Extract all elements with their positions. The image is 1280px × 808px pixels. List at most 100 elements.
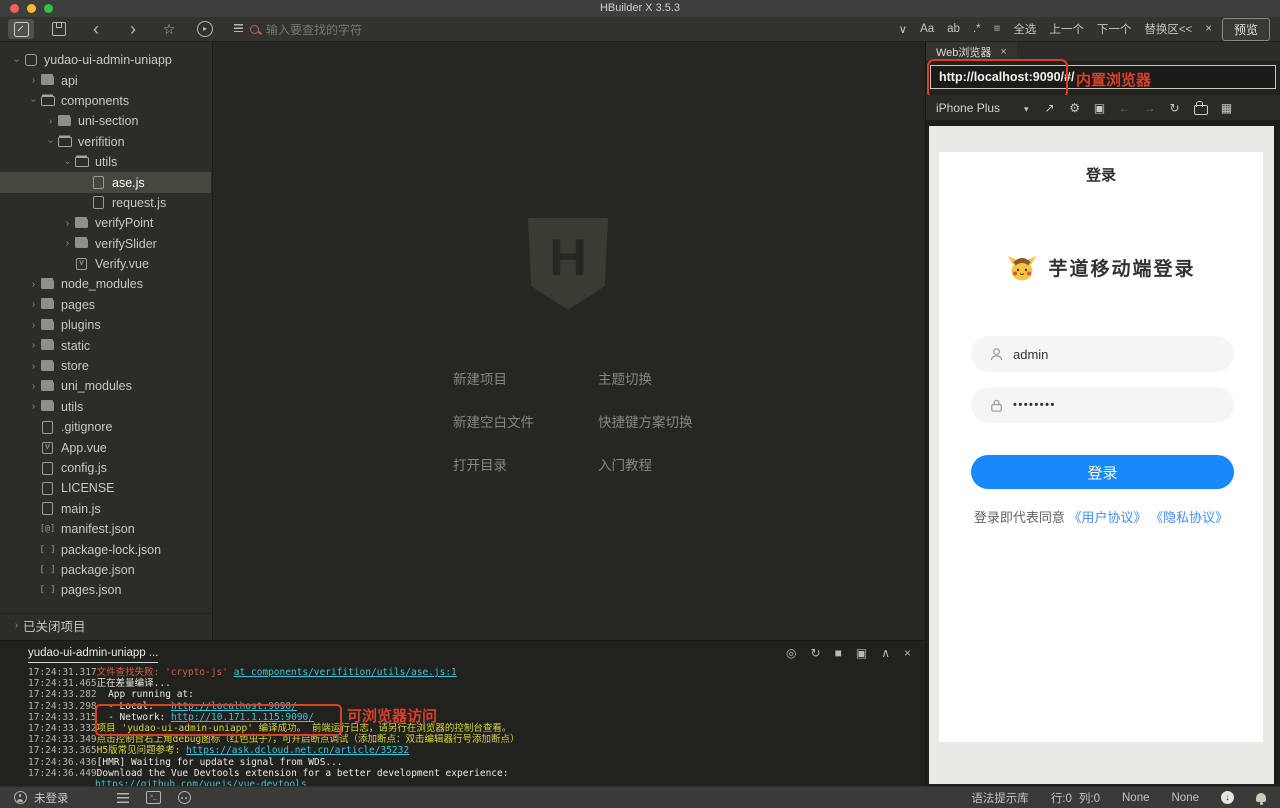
- tree-item[interactable]: .gitignore: [0, 417, 211, 437]
- closed-projects-item[interactable]: 已关闭项目: [0, 613, 212, 636]
- chevron-icon[interactable]: [27, 279, 40, 290]
- tree-item[interactable]: static: [0, 335, 211, 355]
- terminal-icon[interactable]: [146, 791, 161, 804]
- tree-item[interactable]: ase.js: [0, 172, 211, 192]
- tree-item[interactable]: api: [0, 70, 211, 90]
- console-toolbar-icon[interactable]: ■: [835, 646, 842, 660]
- tree-item[interactable]: node_modules: [0, 274, 211, 294]
- tree-item[interactable]: request.js: [0, 193, 211, 213]
- welcome-link[interactable]: 打开目录: [453, 454, 598, 474]
- chevron-icon[interactable]: [27, 401, 40, 412]
- privacy-agreement-link[interactable]: 《隐私协议》: [1150, 510, 1228, 525]
- run-button[interactable]: ▸: [192, 19, 218, 39]
- download-icon[interactable]: [1221, 791, 1234, 804]
- back-button[interactable]: ‹: [83, 19, 109, 39]
- password-field[interactable]: ••••••••: [971, 387, 1234, 423]
- find-control[interactable]: ∨: [899, 22, 907, 36]
- outline-icon[interactable]: [117, 793, 129, 803]
- tree-item[interactable]: store: [0, 356, 211, 376]
- browser-toolbar-icon[interactable]: ↗: [1044, 101, 1056, 115]
- tree-item[interactable]: verifySlider: [0, 234, 211, 254]
- browser-toolbar-icon[interactable]: ↻: [1169, 101, 1181, 115]
- tree-item[interactable]: utils: [0, 152, 211, 172]
- browser-toolbar-icon[interactable]: ⚙: [1069, 101, 1081, 115]
- tree-item[interactable]: package-lock.json: [0, 539, 211, 559]
- chevron-icon[interactable]: [61, 157, 74, 168]
- find-control[interactable]: Aa: [920, 23, 934, 35]
- save-button[interactable]: [46, 19, 72, 39]
- welcome-link[interactable]: 新建空白文件: [453, 411, 598, 431]
- tree-item[interactable]: LICENSE: [0, 478, 211, 498]
- forward-button[interactable]: ›: [120, 19, 146, 39]
- console-link[interactable]: http://10.171.1.115:9090/: [171, 712, 314, 723]
- console-toolbar-icon[interactable]: ×: [904, 646, 911, 660]
- find-control[interactable]: 替换区<<: [1144, 21, 1192, 37]
- encoding-indicator[interactable]: None: [1122, 792, 1150, 804]
- filetype-indicator[interactable]: None: [1172, 792, 1200, 804]
- find-control[interactable]: 上一个: [1049, 21, 1084, 37]
- welcome-link[interactable]: 新建项目: [453, 368, 598, 388]
- close-tab-icon[interactable]: [1000, 46, 1006, 58]
- chevron-icon[interactable]: [61, 218, 74, 229]
- user-agreement-link[interactable]: 《用户协议》: [1068, 510, 1146, 525]
- welcome-link[interactable]: 快捷键方案切换: [598, 411, 693, 431]
- browser-toolbar-icon[interactable]: ←: [1119, 101, 1131, 115]
- chevron-icon[interactable]: [27, 95, 40, 106]
- bell-icon[interactable]: [1256, 793, 1266, 802]
- find-input[interactable]: 输入要查找的字符: [234, 19, 899, 39]
- chevron-icon[interactable]: [27, 381, 40, 392]
- browser-toolbar-icon[interactable]: [1194, 105, 1208, 115]
- tree-item[interactable]: yudao-ui-admin-uniapp: [0, 50, 211, 70]
- tree-item[interactable]: utils: [0, 397, 211, 417]
- tree-item[interactable]: uni_modules: [0, 376, 211, 396]
- tree-item[interactable]: verifition: [0, 132, 211, 152]
- browser-tab[interactable]: Web浏览器: [926, 42, 1017, 61]
- console-toolbar-icon[interactable]: ∧: [881, 646, 890, 660]
- console-toolbar-icon[interactable]: ▣: [856, 646, 867, 660]
- tree-item[interactable]: manifest.json: [0, 519, 211, 539]
- tree-item[interactable]: components: [0, 91, 211, 111]
- tree-item[interactable]: package.json: [0, 560, 211, 580]
- chevron-icon[interactable]: [44, 116, 57, 127]
- new-file-button[interactable]: [8, 19, 34, 39]
- find-control[interactable]: 下一个: [1097, 21, 1132, 37]
- username-field[interactable]: admin: [971, 336, 1234, 372]
- syntax-hint-lib[interactable]: 语法提示库: [971, 790, 1029, 806]
- login-button[interactable]: 登录: [971, 455, 1234, 489]
- find-control[interactable]: ab: [947, 23, 960, 35]
- tree-item[interactable]: pages.json: [0, 580, 211, 600]
- tree-item[interactable]: plugins: [0, 315, 211, 335]
- chevron-icon[interactable]: [61, 238, 74, 249]
- chevron-icon[interactable]: [27, 75, 40, 86]
- browser-toolbar-icon[interactable]: →: [1144, 101, 1156, 115]
- browser-toolbar-icon[interactable]: ▦: [1221, 101, 1233, 115]
- console-link[interactable]: https://github.com/vuejs/vue-devtools: [95, 779, 307, 786]
- console-toolbar-icon[interactable]: ◎: [786, 646, 796, 660]
- chevron-icon[interactable]: [10, 620, 23, 631]
- tree-item[interactable]: config.js: [0, 458, 211, 478]
- tree-item[interactable]: verifyPoint: [0, 213, 211, 233]
- console-link[interactable]: at components/verifition/utils/ase.js:1: [234, 667, 457, 678]
- debug-icon[interactable]: [178, 791, 191, 804]
- welcome-link[interactable]: 主题切换: [598, 368, 693, 388]
- browser-toolbar-icon[interactable]: ▣: [1094, 101, 1106, 115]
- chevron-icon[interactable]: [27, 320, 40, 331]
- find-control[interactable]: .*: [973, 23, 981, 35]
- tree-item[interactable]: main.js: [0, 499, 211, 519]
- cursor-position[interactable]: 行:0 列:0: [1051, 790, 1100, 806]
- chevron-icon[interactable]: [27, 361, 40, 372]
- tree-item[interactable]: App.vue: [0, 437, 211, 457]
- preview-button[interactable]: 预览: [1222, 18, 1270, 41]
- find-control[interactable]: ≡: [994, 23, 1001, 35]
- tree-item[interactable]: uni-section: [0, 111, 211, 131]
- console-toolbar-icon[interactable]: ↻: [811, 646, 821, 660]
- find-control[interactable]: 全选: [1013, 21, 1036, 37]
- chevron-icon[interactable]: [27, 340, 40, 351]
- chevron-icon[interactable]: [44, 136, 57, 147]
- login-status[interactable]: 未登录: [14, 790, 69, 806]
- tree-item[interactable]: pages: [0, 295, 211, 315]
- device-selector[interactable]: iPhone Plus: [936, 101, 1029, 115]
- tree-item[interactable]: Verify.vue: [0, 254, 211, 274]
- welcome-link[interactable]: 入门教程: [598, 454, 693, 474]
- bookmark-button[interactable]: ☆: [156, 19, 182, 39]
